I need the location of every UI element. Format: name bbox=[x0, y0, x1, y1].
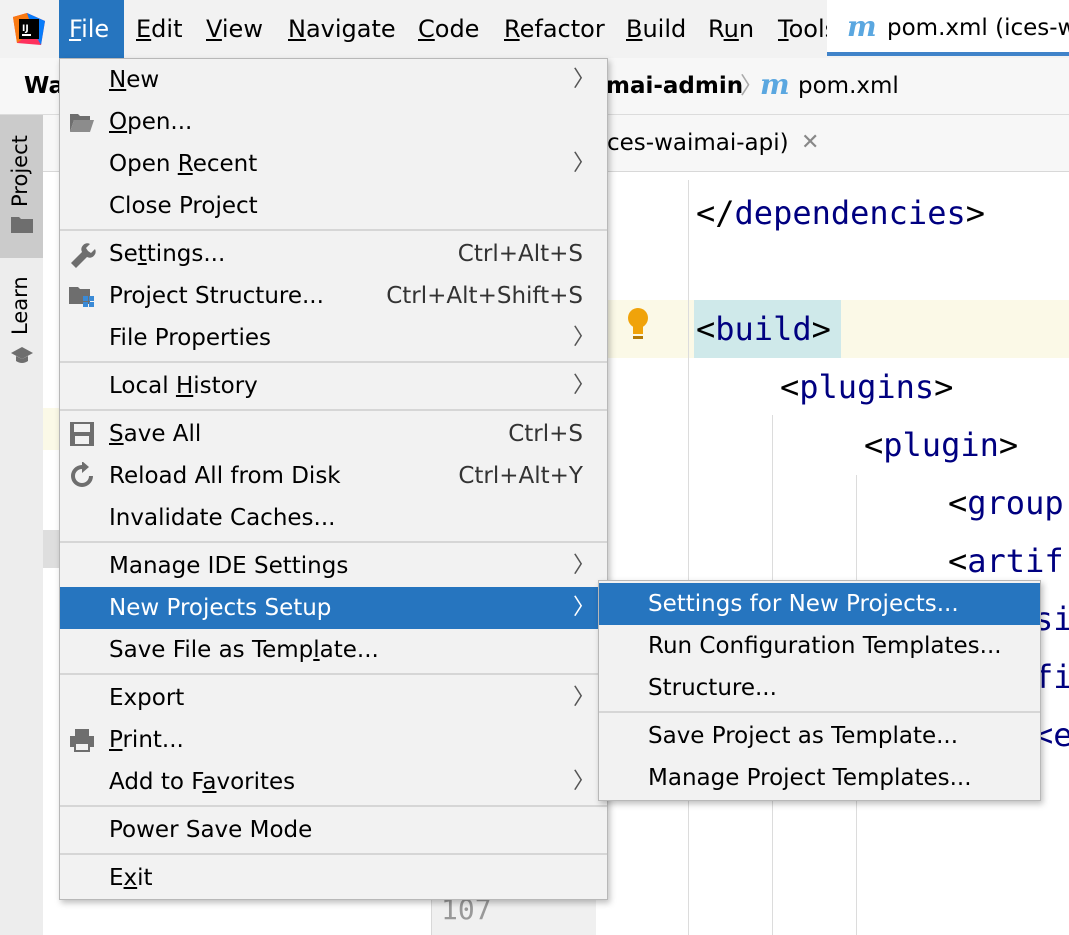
menu-separator bbox=[60, 229, 607, 231]
menu-view[interactable]: View bbox=[196, 0, 273, 58]
learn-tool-label: Learn bbox=[8, 276, 32, 335]
file-menu-file-properties[interactable]: File Properties 〉 bbox=[60, 317, 607, 359]
editor-side-scroll-marker bbox=[43, 530, 59, 568]
submenu-arrow-icon: 〉 bbox=[572, 67, 595, 92]
file-menu-exit[interactable]: Exit bbox=[60, 857, 607, 899]
submenu-settings-for-new-projects[interactable]: Settings for New Projects... bbox=[599, 583, 1040, 625]
file-menu-settings[interactable]: Settings... Ctrl+Alt+S bbox=[60, 233, 607, 275]
lightbulb-icon[interactable] bbox=[624, 306, 652, 342]
submenu-manage-project-templates[interactable]: Manage Project Templates... bbox=[599, 757, 1040, 799]
project-tool-button[interactable]: Project bbox=[0, 115, 43, 258]
menu-separator bbox=[60, 853, 607, 855]
learn-tool-button[interactable]: Learn bbox=[0, 265, 43, 375]
submenu-arrow-icon: 〉 bbox=[572, 595, 595, 620]
file-menu-invalidate-caches[interactable]: Invalidate Caches... bbox=[60, 497, 607, 539]
menu-code[interactable]: Code bbox=[408, 0, 489, 58]
file-menu-manage-ide-settings[interactable]: Manage IDE Settings 〉 bbox=[60, 545, 607, 587]
file-menu-project-structure[interactable]: Project Structure... Ctrl+Alt+Shift+S bbox=[60, 275, 607, 317]
file-menu-add-to-favorites[interactable]: Add to Favorites 〉 bbox=[60, 761, 607, 803]
code-line-artifactid: <artif bbox=[948, 542, 1064, 580]
project-tool-label: Project bbox=[8, 135, 32, 207]
menu-separator bbox=[60, 805, 607, 807]
submenu-arrow-icon: 〉 bbox=[572, 151, 595, 176]
file-menu-reload-all[interactable]: Reload All from Disk Ctrl+Alt+Y bbox=[60, 455, 607, 497]
menu-run[interactable]: Run bbox=[698, 0, 764, 58]
svg-text:IJ: IJ bbox=[22, 24, 29, 34]
submenu-arrow-icon: 〉 bbox=[572, 685, 595, 710]
wrench-icon bbox=[71, 243, 96, 268]
file-menu-new-projects-setup[interactable]: New Projects Setup 〉 bbox=[60, 587, 607, 629]
reload-icon bbox=[71, 462, 93, 487]
folder-icon bbox=[11, 217, 33, 233]
printer-icon bbox=[70, 729, 94, 752]
code-line-plugin: <plugin> bbox=[864, 426, 1019, 464]
editor-tab-inactive[interactable]: ces-waimai-api) bbox=[607, 115, 789, 171]
submenu-run-configuration-templates[interactable]: Run Configuration Templates... bbox=[599, 625, 1040, 667]
menu-build[interactable]: Build bbox=[616, 0, 696, 58]
intellij-logo-icon: IJ bbox=[13, 13, 45, 45]
project-structure-icon bbox=[69, 287, 94, 307]
editor-side-highlight bbox=[43, 408, 59, 450]
menu-separator bbox=[60, 673, 607, 675]
code-line-dependencies-close: </dependencies> bbox=[696, 194, 985, 232]
file-menu-open[interactable]: Open... bbox=[60, 101, 607, 143]
submenu-arrow-icon: 〉 bbox=[572, 373, 595, 398]
menu-edit[interactable]: Edit bbox=[126, 0, 192, 58]
file-menu-new[interactable]: New 〉 bbox=[60, 59, 607, 101]
active-tab-indicator bbox=[827, 52, 1069, 56]
file-menu-close-project[interactable]: Close Project bbox=[60, 185, 607, 227]
submenu-save-project-as-template[interactable]: Save Project as Template... bbox=[599, 715, 1040, 757]
menu-separator bbox=[599, 711, 1040, 713]
new-projects-setup-submenu: Settings for New Projects... Run Configu… bbox=[598, 580, 1041, 801]
file-menu-save-file-as-template[interactable]: Save File as Template... bbox=[60, 629, 607, 671]
menu-refactor[interactable]: Refactor bbox=[494, 0, 615, 58]
editor-tab-active-label: pom.xml (ices-w bbox=[887, 15, 1069, 41]
menu-separator bbox=[60, 541, 607, 543]
menu-separator bbox=[60, 409, 607, 411]
submenu-arrow-icon: 〉 bbox=[572, 325, 595, 350]
submenu-structure[interactable]: Structure... bbox=[599, 667, 1040, 709]
code-line-groupid: <group bbox=[948, 484, 1064, 522]
file-menu-save-all[interactable]: Save All Ctrl+S bbox=[60, 413, 607, 455]
file-menu-export[interactable]: Export 〉 bbox=[60, 677, 607, 719]
close-tab-icon[interactable]: ✕ bbox=[801, 115, 819, 171]
save-icon bbox=[70, 422, 94, 446]
tool-window-strip: Project Learn bbox=[0, 115, 44, 935]
submenu-arrow-icon: 〉 bbox=[572, 553, 595, 578]
file-menu-print[interactable]: Print... bbox=[60, 719, 607, 761]
breadcrumb-module[interactable]: mai-admin bbox=[606, 58, 743, 114]
file-menu-power-save-mode[interactable]: Power Save Mode bbox=[60, 809, 607, 851]
menu-file[interactable]: File bbox=[59, 0, 124, 58]
file-menu-open-recent[interactable]: Open Recent 〉 bbox=[60, 143, 607, 185]
file-menu-dropdown: New 〉 Open... Open Recent 〉 Close Projec… bbox=[59, 58, 608, 900]
graduation-cap-icon bbox=[11, 347, 33, 363]
editor-tab-active[interactable]: m pom.xml (ices-w bbox=[827, 0, 1069, 56]
file-menu-local-history[interactable]: Local History 〉 bbox=[60, 365, 607, 407]
indent-guide bbox=[688, 180, 689, 935]
submenu-arrow-icon: 〉 bbox=[572, 769, 595, 794]
breadcrumb-file[interactable]: pom.xml bbox=[798, 58, 899, 114]
folder-open-icon bbox=[70, 114, 94, 132]
menu-separator bbox=[60, 361, 607, 363]
maven-file-icon: m bbox=[760, 68, 790, 101]
code-line-plugins: <plugins> bbox=[780, 368, 954, 406]
menu-navigate[interactable]: Navigate bbox=[278, 0, 406, 58]
code-line-build: <build> bbox=[696, 310, 831, 348]
maven-file-icon: m bbox=[847, 10, 877, 43]
